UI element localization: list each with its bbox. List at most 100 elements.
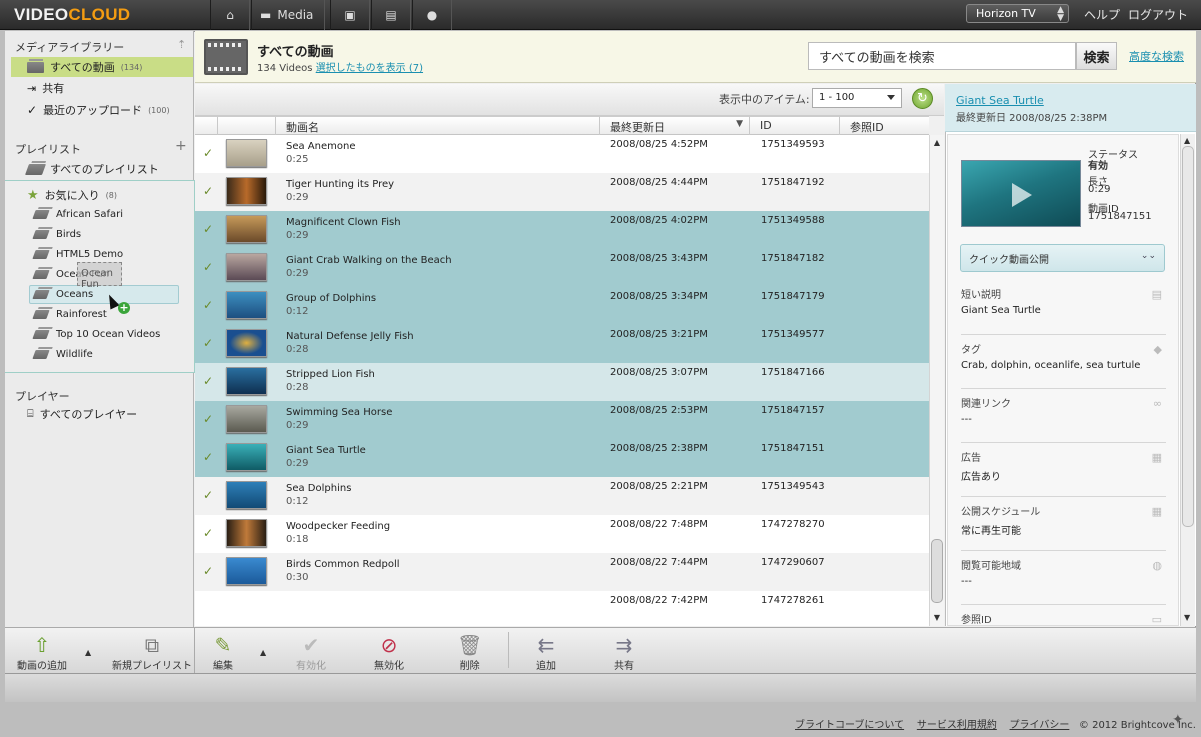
table-row[interactable]: ✓ Magnificent Clown Fish 0:29 2008/08/25 4:… <box>195 211 929 249</box>
disable-button[interactable]: ⊘ 無効化 <box>374 633 404 672</box>
button-label: 削除 <box>459 661 480 672</box>
show-selected-link[interactable]: 選択したものを表示 (7) <box>316 63 423 74</box>
playlist-rainforest[interactable]: Rainforest <box>32 305 107 323</box>
field-reference-id[interactable]: 参照ID ▭ <box>961 604 1166 624</box>
delete-button[interactable]: 🗑 削除 <box>457 633 482 672</box>
table-row[interactable]: ✓ Tiger Hunting its Prey 0:29 2008/08/25 4:… <box>195 173 929 211</box>
home-button[interactable]: ⌂ <box>210 0 250 30</box>
logout-link[interactable]: ログアウト <box>1128 6 1188 23</box>
sidebar-item-all-playlists[interactable]: すべてのプレイリスト <box>11 159 193 179</box>
table-row[interactable]: ✓ Woodpecker Feeding 0:18 2008/08/22 7:48PM… <box>195 515 929 553</box>
column-refid[interactable]: 参照ID <box>839 117 929 135</box>
column-id[interactable]: ID <box>749 117 839 135</box>
check-icon[interactable]: ✓ <box>203 222 213 236</box>
scroll-up-icon[interactable]: ▲ <box>1184 136 1190 145</box>
no-entry-icon: ⊘ <box>380 633 398 657</box>
sidebar-item-favorites[interactable]: ★ お気に入り (8) <box>11 185 193 205</box>
media-button[interactable]: ▬ Media <box>251 0 325 30</box>
caret-up-icon[interactable]: ▲ <box>260 648 266 657</box>
table-header: 動画名 最終更新日 ▼ ID 参照ID <box>195 116 929 135</box>
add-to-playlist-button[interactable]: ⇇ 追加 <box>536 633 556 672</box>
field-related-link[interactable]: 関連リンク --- ∞ <box>961 388 1166 425</box>
table-row[interactable]: ✓ Birds Common Redpoll 0:30 2008/08/22 7:44… <box>195 553 929 591</box>
column-name[interactable]: 動画名 <box>275 117 599 135</box>
new-playlist-button[interactable]: ⧉ 新規プレイリスト <box>112 633 192 672</box>
detail-video-preview[interactable] <box>961 160 1081 227</box>
field-geo[interactable]: 閲覧可能地域 --- ◍ <box>961 550 1166 587</box>
field-schedule[interactable]: 公開スケジュール 常に再生可能 ▦ <box>961 496 1166 537</box>
table-row[interactable]: ✓ Giant Crab Walking on the Beach 0:29 2008… <box>195 249 929 287</box>
check-icon[interactable]: ✓ <box>203 564 213 578</box>
help-link[interactable]: ヘルプ <box>1084 6 1120 23</box>
field-ads[interactable]: 広告 広告あり ▦ <box>961 442 1166 483</box>
check-icon[interactable]: ✓ <box>203 412 213 426</box>
scroll-thumb[interactable] <box>1182 146 1194 527</box>
table-row[interactable]: ✓ Giant Sea Turtle 0:29 2008/08/25 2:38PM 17… <box>195 439 929 477</box>
field-value: 広告あり <box>961 472 1001 483</box>
caret-up-icon[interactable]: ▲ <box>85 648 91 657</box>
add-playlist-icon[interactable]: + <box>175 138 187 154</box>
analytics-button[interactable]: ▤ <box>371 0 411 30</box>
playlist-african-safari[interactable]: African Safari <box>32 205 123 223</box>
playlist-birds[interactable]: Birds <box>32 225 81 243</box>
account-button[interactable]: ● <box>412 0 452 30</box>
video-id: 1751847192 <box>761 177 825 188</box>
length-value: 0:29 <box>1088 184 1111 195</box>
video-duration: 0:29 <box>286 268 309 279</box>
add-video-button[interactable]: ⇧ 動画の追加 <box>17 633 67 672</box>
sidebar-item-all-players[interactable]: ⌸ すべてのプレイヤー <box>11 404 193 424</box>
detail-scrollbar[interactable]: ▲ ▼ <box>1180 134 1195 626</box>
check-icon[interactable]: ✓ <box>203 488 213 502</box>
range-select[interactable]: 1 - 100 <box>812 88 902 108</box>
quick-publish-button[interactable]: クイック動画公開 ⌄⌄ <box>960 244 1165 272</box>
collapse-up-icon[interactable]: ⇡ <box>177 38 186 51</box>
column-modified[interactable]: 最終更新日 ▼ <box>599 117 749 135</box>
edit-button[interactable]: ✎ 編集 <box>213 633 233 672</box>
privacy-link[interactable]: プライバシー <box>1010 720 1070 731</box>
check-icon[interactable]: ✓ <box>203 146 213 160</box>
check-icon[interactable]: ✓ <box>203 450 213 464</box>
publishing-button[interactable]: ▣ <box>330 0 370 30</box>
advanced-search-link[interactable]: 高度な検索 <box>1129 48 1184 64</box>
table-row[interactable]: ✓ Group of Dolphins 0:12 2008/08/25 3:34PM 1… <box>195 287 929 325</box>
scroll-up-icon[interactable]: ▲ <box>932 138 942 148</box>
check-icon[interactable]: ✓ <box>203 298 213 312</box>
table-row[interactable]: ✓ Swimming Sea Horse 0:29 2008/08/25 2:53PM… <box>195 401 929 439</box>
scroll-down-icon[interactable]: ▼ <box>1184 613 1190 622</box>
field-tags[interactable]: タグ Crab, dolphin, oceanlife, sea turtule ◆ <box>961 334 1166 371</box>
table-row[interactable]: ✓ Sea Anemone 0:25 2008/08/25 4:52PM 1751349… <box>195 135 929 173</box>
sidebar-item-all-videos[interactable]: すべての動画 (134) <box>11 57 193 77</box>
playlist-wildlife[interactable]: Wildlife <box>32 345 93 363</box>
playlist-top10-ocean[interactable]: Top 10 Ocean Videos <box>32 325 160 343</box>
check-icon[interactable]: ✓ <box>203 336 213 350</box>
globe-icon: ◍ <box>1152 559 1162 572</box>
check-icon[interactable]: ✓ <box>203 184 213 198</box>
table-row[interactable]: ✓ Sea Dolphins 0:12 2008/08/25 2:21PM 175134… <box>195 477 929 515</box>
scroll-thumb[interactable] <box>931 539 943 603</box>
share-button[interactable]: ⇉ 共有 <box>614 633 634 672</box>
scroll-down-icon[interactable]: ▼ <box>932 613 942 623</box>
table-row[interactable]: ✓ Natural Defense Jelly Fish 0:28 2008/08/2… <box>195 325 929 363</box>
check-icon[interactable]: ✓ <box>203 526 213 540</box>
enable-button[interactable]: ✔ 有効化 <box>296 633 326 672</box>
search-button[interactable]: 検索 <box>1076 42 1117 70</box>
table-row[interactable]: 2008/08/22 7:42PM 1747278261 <box>195 591 929 626</box>
search-input[interactable]: すべての動画を検索 <box>808 42 1076 70</box>
playlist-html5-demo[interactable]: HTML5 Demo <box>32 245 123 263</box>
field-short-description[interactable]: 短い説明 Giant Sea Turtle ▤ <box>961 280 1166 316</box>
check-icon[interactable]: ✓ <box>203 260 213 274</box>
sidebar-item-recent-uploads[interactable]: ✓ 最近のアップロード (100) <box>11 100 193 120</box>
table-row[interactable]: ✓ Stripped Lion Fish 0:28 2008/08/25 3:07PM… <box>195 363 929 401</box>
about-link[interactable]: ブライトコーブについて <box>795 720 904 731</box>
refresh-button[interactable]: ↻ <box>912 88 933 109</box>
detail-title-link[interactable]: Giant Sea Turtle <box>956 94 1044 107</box>
video-name: Stripped Lion Fish <box>286 369 375 380</box>
check-icon[interactable]: ✓ <box>203 374 213 388</box>
videocloud-logo[interactable]: VIDEOCLOUD <box>14 5 130 25</box>
detail-modified: 最終更新日 2008/08/25 2:38PM <box>956 113 1108 124</box>
account-selector[interactable]: Horizon TV ▲ ▼ <box>966 4 1069 23</box>
video-id: 1751349543 <box>761 481 825 492</box>
list-scrollbar[interactable]: ▲ ▼ <box>929 135 944 626</box>
sidebar-item-shared[interactable]: ⇥ 共有 <box>11 78 193 98</box>
terms-link[interactable]: サービス利用規約 <box>917 720 997 731</box>
